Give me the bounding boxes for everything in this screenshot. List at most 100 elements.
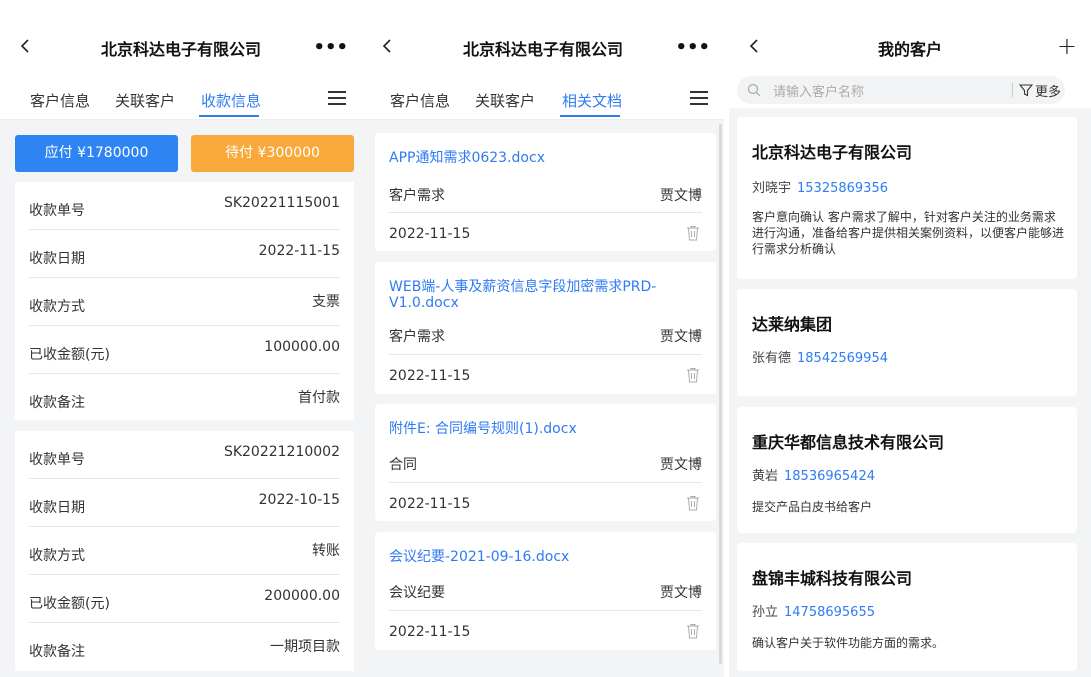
page-title: 北京科达电子有限公司 [100, 40, 261, 59]
row-label: 收款备注 [29, 644, 85, 660]
document-card[interactable]: WEB端-人事及薪资信息字段加密需求PRD-V1.0.docx 客户需求 贾文博… [375, 262, 716, 394]
row-label: 收款日期 [29, 251, 85, 267]
document-card[interactable]: 会议纪要-2021-09-16.docx 会议纪要 贾文博 2022-11-15 [375, 532, 716, 650]
tab-bar: 客户信息 关联客户 收款信息 [0, 72, 362, 120]
row-value: 首付款 [298, 390, 340, 406]
customer-card[interactable]: 重庆华都信息技术有限公司 黄岩 18536965424 提交产品白皮书给客户 [737, 407, 1077, 533]
divider [1012, 83, 1013, 97]
contact-name: 孙立 [752, 605, 779, 620]
search-input[interactable]: 请输入客户名称 [773, 81, 864, 100]
customer-name: 盘锦丰城科技有限公司 [752, 569, 913, 588]
record-row: 收款单号 SK20221210002 [29, 431, 340, 479]
row-value: 2022-11-15 [258, 243, 340, 259]
document-name-link[interactable]: 会议纪要-2021-09-16.docx [389, 549, 676, 565]
payment-record-card[interactable]: 收款单号 SK20221115001 收款日期 2022-11-15 收款方式 … [15, 182, 354, 420]
more-icon[interactable]: ••• [675, 37, 710, 58]
contact-name: 张有德 [752, 351, 792, 366]
row-value: 100000.00 [264, 339, 340, 355]
menu-icon[interactable] [690, 91, 708, 105]
record-row: 已收金额(元) 100000.00 [29, 326, 340, 374]
record-row: 收款单号 SK20221115001 [29, 182, 340, 230]
search-icon [747, 83, 761, 97]
filter-icon[interactable] [1019, 83, 1033, 97]
active-tab-indicator [199, 115, 259, 117]
document-author: 贾文博 [660, 585, 702, 601]
document-date: 2022-11-15 [389, 624, 471, 640]
customer-name: 北京科达电子有限公司 [752, 143, 913, 162]
active-tab-indicator [560, 115, 620, 117]
customer-contact: 张有德 18542569954 [752, 347, 888, 366]
document-name-link[interactable]: APP通知需求0623.docx [389, 150, 676, 166]
page-title: 北京科达电子有限公司 [462, 40, 623, 59]
customer-name: 重庆华都信息技术有限公司 [752, 433, 945, 452]
my-customers-screen: 我的客户 + 请输入客户名称 更多 北京科达电子有限公司 刘晓宇 15325869… [729, 0, 1091, 677]
customer-note: 客户意向确认 客户需求了解中，针对客户关注的业务需求进行沟通，准备给客户提供相关… [752, 210, 1065, 256]
menu-icon[interactable] [328, 91, 346, 105]
contact-phone-link[interactable]: 18542569954 [797, 351, 888, 366]
trash-icon[interactable] [686, 495, 700, 511]
document-author: 贾文博 [660, 188, 702, 204]
payable-button[interactable]: 应付 ¥1780000 [15, 135, 178, 172]
nav-header: 我的客户 + 请输入客户名称 更多 [729, 0, 1091, 108]
document-type: 客户需求 [389, 329, 445, 345]
payment-info-screen: 北京科达电子有限公司 ••• 客户信息 关联客户 收款信息 应付 ¥178000… [0, 0, 362, 677]
contact-phone-link[interactable]: 18536965424 [784, 469, 875, 484]
tab-related-customers[interactable]: 关联客户 [115, 90, 175, 111]
document-type: 会议纪要 [389, 585, 445, 601]
tab-customer-info[interactable]: 客户信息 [390, 90, 450, 111]
row-value: 2022-10-15 [258, 492, 340, 508]
divider [389, 482, 702, 483]
add-customer-icon[interactable]: + [1057, 32, 1077, 60]
row-label: 收款单号 [29, 203, 85, 219]
divider [389, 610, 702, 611]
document-name-link[interactable]: WEB端-人事及薪资信息字段加密需求PRD-V1.0.docx [389, 279, 676, 311]
row-label: 收款方式 [29, 299, 85, 315]
tab-customer-info[interactable]: 客户信息 [30, 90, 90, 111]
row-value: SK20221115001 [223, 195, 340, 211]
divider [389, 354, 702, 355]
customer-contact: 孙立 14758695655 [752, 601, 875, 620]
record-row: 收款日期 2022-10-15 [29, 479, 340, 527]
row-value: 200000.00 [264, 588, 340, 604]
trash-icon[interactable] [686, 623, 700, 639]
row-label: 已收金额(元) [29, 347, 110, 363]
tab-related-documents[interactable]: 相关文档 [562, 90, 622, 111]
customer-note: 提交产品白皮书给客户 [752, 500, 873, 514]
scrollbar[interactable] [719, 124, 722, 664]
record-row: 已收金额(元) 200000.00 [29, 575, 340, 623]
tab-payment-info[interactable]: 收款信息 [201, 90, 261, 111]
document-type: 合同 [389, 457, 417, 473]
document-type: 客户需求 [389, 188, 445, 204]
record-row: 收款备注 一期项目款 [29, 623, 340, 671]
contact-name: 黄岩 [752, 469, 779, 484]
customer-card[interactable]: 北京科达电子有限公司 刘晓宇 15325869356 客户意向确认 客户需求了解中… [737, 117, 1077, 279]
customer-card[interactable]: 盘锦丰城科技有限公司 孙立 14758695655 确认客户关于软件功能方面的需求… [737, 543, 1077, 671]
record-row: 收款备注 首付款 [29, 374, 340, 422]
row-value: 支票 [312, 294, 340, 310]
customer-card[interactable]: 达莱纳集团 张有德 18542569954 [737, 289, 1077, 396]
filter-more-button[interactable]: 更多 [1035, 81, 1061, 100]
document-date: 2022-11-15 [389, 226, 471, 242]
pending-button[interactable]: 待付 ¥300000 [191, 135, 354, 172]
documents-screen: 北京科达电子有限公司 ••• 客户信息 关联客户 相关文档 APP通知需求062… [362, 0, 724, 677]
contact-phone-link[interactable]: 15325869356 [797, 181, 888, 196]
document-name-link[interactable]: 附件E: 合同编号规则(1).docx [389, 421, 676, 437]
nav-header: 北京科达电子有限公司 ••• [362, 0, 724, 72]
row-label: 收款备注 [29, 395, 85, 411]
document-date: 2022-11-15 [389, 496, 471, 512]
document-author: 贾文博 [660, 329, 702, 345]
tab-related-customers[interactable]: 关联客户 [475, 90, 535, 111]
row-value: 一期项目款 [270, 639, 340, 655]
document-card[interactable]: 附件E: 合同编号规则(1).docx 合同 贾文博 2022-11-15 [375, 404, 716, 521]
row-label: 已收金额(元) [29, 596, 110, 612]
document-card[interactable]: APP通知需求0623.docx 客户需求 贾文博 2022-11-15 [375, 133, 716, 251]
trash-icon[interactable] [686, 367, 700, 383]
contact-phone-link[interactable]: 14758695655 [784, 605, 875, 620]
payment-record-card[interactable]: 收款单号 SK20221210002 收款日期 2022-10-15 收款方式 … [15, 431, 354, 671]
contact-name: 刘晓宇 [752, 181, 792, 196]
record-row: 收款日期 2022-11-15 [29, 230, 340, 278]
page-title: 我的客户 [877, 40, 942, 59]
more-icon[interactable]: ••• [313, 37, 348, 58]
search-bar[interactable]: 请输入客户名称 更多 [737, 76, 1065, 104]
trash-icon[interactable] [686, 225, 700, 241]
